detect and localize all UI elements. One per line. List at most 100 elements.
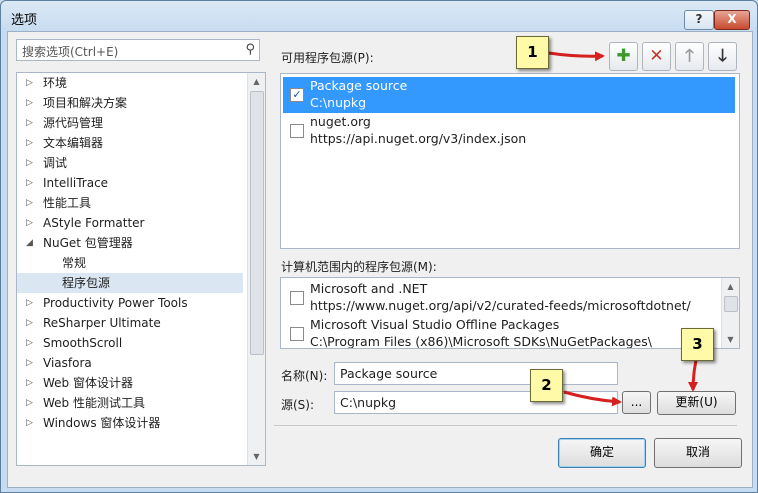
source-checkbox[interactable]: ✓ <box>290 88 304 102</box>
collapsed-arrow-icon[interactable]: ▷ <box>26 173 33 193</box>
tree-item[interactable]: ▷ Viasfora <box>17 353 243 373</box>
callout-3: 3 <box>681 328 714 361</box>
tree-item[interactable]: ▷ AStyle Formatter <box>17 213 243 233</box>
plus-icon: ✚ <box>616 46 631 66</box>
source-url: https://api.nuget.org/v3/index.json <box>310 131 527 146</box>
options-dialog: 选项 ? X 搜索选项(Ctrl+E) ⚲ ▷ 环境 ▷ 项目和解决方案 ▷ 源代码管理 ▷… <box>0 0 758 493</box>
expanded-arrow-icon[interactable]: ◢ <box>26 233 33 253</box>
available-sources-label: 可用程序包源(P): <box>281 51 374 65</box>
tree-item-label: 调试 <box>43 156 68 170</box>
update-button[interactable]: 更新(U) <box>657 391 736 415</box>
tree-item-label: NuGet 包管理器 <box>43 236 133 250</box>
scroll-up-icon[interactable]: ▲ <box>722 278 739 295</box>
source-item[interactable]: Microsoft and .NET https://www.nuget.org… <box>283 280 721 316</box>
move-down-button[interactable]: 🡓 <box>708 42 737 71</box>
collapsed-arrow-icon[interactable]: ▷ <box>26 133 33 153</box>
collapsed-arrow-icon[interactable]: ▷ <box>26 293 33 313</box>
collapsed-arrow-icon[interactable]: ▷ <box>26 353 33 373</box>
source-checkbox[interactable] <box>290 291 304 305</box>
tree-item[interactable]: ▷ 文本编辑器 <box>17 133 243 153</box>
scrollbar-thumb[interactable] <box>724 296 738 312</box>
collapsed-arrow-icon[interactable]: ▷ <box>26 413 33 433</box>
source-name: Microsoft and .NET <box>310 281 428 296</box>
collapsed-arrow-icon[interactable]: ▷ <box>26 393 33 413</box>
tree-item-label: Viasfora <box>43 356 92 370</box>
source-value: C:\nupkg <box>340 395 397 410</box>
tree-item[interactable]: ▷ 源代码管理 <box>17 113 243 133</box>
name-label: 名称(N): <box>281 369 328 383</box>
collapsed-arrow-icon[interactable]: ▷ <box>26 193 33 213</box>
source-name: Package source <box>310 78 408 93</box>
tree-item-label: 文本编辑器 <box>43 136 104 150</box>
tree-item[interactable]: ▷ IntelliTrace <box>17 173 243 193</box>
tree-item-label: AStyle Formatter <box>43 216 145 230</box>
tree-item-label: 性能工具 <box>43 196 92 210</box>
tree-item[interactable]: ▷ Windows 窗体设计器 <box>17 413 243 433</box>
name-field[interactable]: Package source <box>334 362 618 385</box>
tree-scrollbar[interactable]: ▲ ▼ <box>247 73 265 465</box>
tree-item[interactable]: ▷ Web 窗体设计器 <box>17 373 243 393</box>
source-url: C:\nupkg <box>310 95 367 110</box>
source-item[interactable]: nuget.org https://api.nuget.org/v3/index… <box>283 113 735 149</box>
tree-item[interactable]: ▷ 性能工具 <box>17 193 243 213</box>
scroll-up-icon[interactable]: ▲ <box>248 73 265 90</box>
collapsed-arrow-icon[interactable]: ▷ <box>26 93 33 113</box>
name-value: Package source <box>340 366 438 381</box>
source-label: 源(S): <box>281 398 315 412</box>
source-item[interactable]: Microsoft Visual Studio Offline Packages… <box>283 316 721 348</box>
source-name: Microsoft Visual Studio Offline Packages <box>310 317 560 332</box>
tree-item-label: Productivity Power Tools <box>43 296 188 310</box>
tree-item-label: SmoothScroll <box>43 336 123 350</box>
remove-source-button[interactable]: ✕ <box>642 42 671 71</box>
collapsed-arrow-icon[interactable]: ▷ <box>26 313 33 333</box>
collapsed-arrow-icon[interactable]: ▷ <box>26 153 33 173</box>
add-source-button[interactable]: ✚ <box>609 42 638 71</box>
callout-1: 1 <box>516 36 549 69</box>
dialog-body: 搜索选项(Ctrl+E) ⚲ ▷ 环境 ▷ 项目和解决方案 ▷ 源代码管理 ▷ 文本编辑器 ▷ 调… <box>7 31 753 488</box>
tree-item[interactable]: ▷ ReSharper Ultimate <box>17 313 243 333</box>
cancel-button[interactable]: 取消 <box>654 438 742 468</box>
move-up-button[interactable]: 🡑 <box>675 42 704 71</box>
tree-item[interactable]: ▷ Web 性能测试工具 <box>17 393 243 413</box>
tree-item[interactable]: ◢ NuGet 包管理器 <box>17 233 243 253</box>
source-url: https://www.nuget.org/api/v2/curated-fee… <box>310 298 691 313</box>
tree-item-label: ReSharper Ultimate <box>43 316 161 330</box>
collapsed-arrow-icon[interactable]: ▷ <box>26 213 33 233</box>
scrollbar-thumb[interactable] <box>250 91 264 355</box>
scroll-down-icon[interactable]: ▼ <box>248 448 265 465</box>
browse-button[interactable]: ... <box>622 391 651 414</box>
machine-sources-list[interactable]: Microsoft and .NET https://www.nuget.org… <box>280 277 740 349</box>
source-item[interactable]: ✓ Package source C:\nupkg <box>283 77 735 113</box>
scroll-down-icon[interactable]: ▼ <box>722 331 739 348</box>
machine-list-scrollbar[interactable]: ▲ ▼ <box>721 278 739 348</box>
tree-item[interactable]: 程序包源 <box>17 273 243 293</box>
arrow-up-icon: 🡑 <box>685 46 694 66</box>
x-icon: ✕ <box>649 46 664 66</box>
tree-item[interactable]: ▷ 调试 <box>17 153 243 173</box>
tree-item[interactable]: ▷ 环境 <box>17 73 243 93</box>
available-sources-list[interactable]: ✓ Package source C:\nupkg nuget.org http… <box>280 73 740 249</box>
collapsed-arrow-icon[interactable]: ▷ <box>26 373 33 393</box>
tree-item[interactable]: ▷ Productivity Power Tools <box>17 293 243 313</box>
tree-item-label: 项目和解决方案 <box>43 96 128 110</box>
options-tree[interactable]: ▷ 环境 ▷ 项目和解决方案 ▷ 源代码管理 ▷ 文本编辑器 ▷ 调试 ▷ IntelliTrace ▷… <box>16 72 266 466</box>
tree-item-label: 程序包源 <box>62 276 111 290</box>
search-input[interactable]: 搜索选项(Ctrl+E) ⚲ <box>16 39 260 61</box>
source-checkbox[interactable] <box>290 124 304 138</box>
collapsed-arrow-icon[interactable]: ▷ <box>26 113 33 133</box>
divider <box>274 425 737 426</box>
collapsed-arrow-icon[interactable]: ▷ <box>26 333 33 353</box>
close-button[interactable]: X <box>714 10 750 30</box>
collapsed-arrow-icon[interactable]: ▷ <box>26 73 33 93</box>
tree-item-label: 环境 <box>43 76 68 90</box>
search-icon[interactable]: ⚲ <box>245 42 255 57</box>
window-title: 选项 <box>11 13 38 28</box>
help-button[interactable]: ? <box>684 10 714 30</box>
source-checkbox[interactable] <box>290 327 304 341</box>
tree-item[interactable]: ▷ SmoothScroll <box>17 333 243 353</box>
tree-item[interactable]: ▷ 项目和解决方案 <box>17 93 243 113</box>
source-field[interactable]: C:\nupkg <box>334 391 618 414</box>
callout-2: 2 <box>530 369 563 402</box>
ok-button[interactable]: 确定 <box>558 438 646 468</box>
tree-item[interactable]: 常规 <box>17 253 243 273</box>
